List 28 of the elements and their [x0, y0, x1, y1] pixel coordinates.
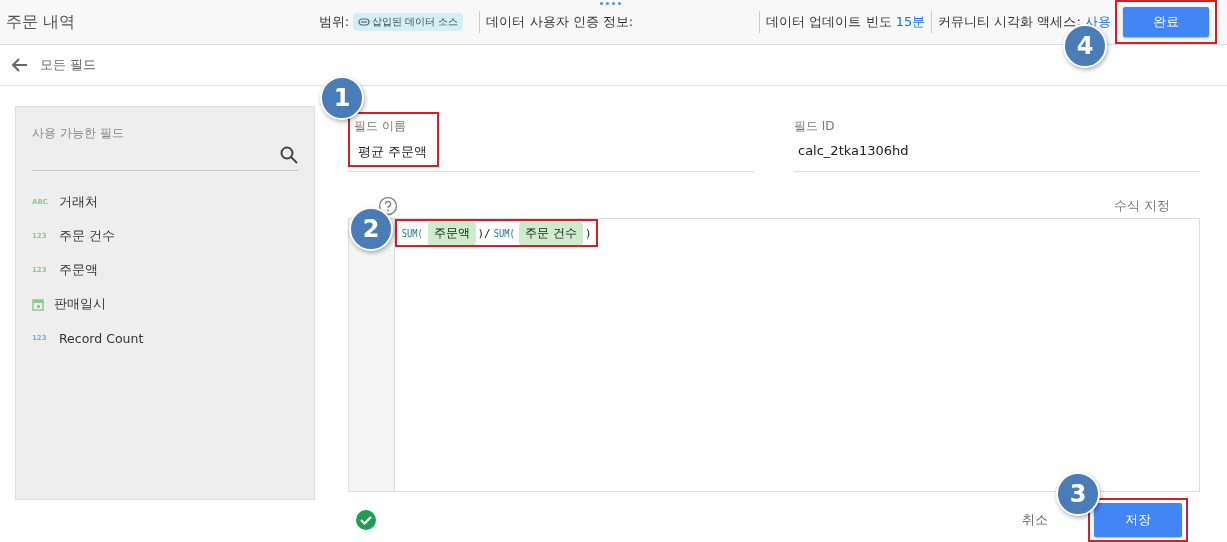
scope-chip[interactable]: 삽입된 데이터 소스	[353, 13, 464, 31]
callout-number: 3	[1056, 472, 1100, 516]
all-fields-link[interactable]: 모든 필드	[40, 56, 97, 74]
field-name[interactable]: 판매일시	[54, 295, 106, 313]
callout-number: 1	[320, 76, 364, 120]
panel-title: 사용 가능한 필드	[32, 125, 125, 142]
back-arrow-icon[interactable]	[10, 57, 28, 73]
field-name-input[interactable]: 평균 주문액	[354, 143, 428, 161]
search-icon[interactable]	[280, 146, 298, 164]
cancel-button[interactable]: 취소	[1022, 511, 1048, 529]
field-id-input[interactable]: calc_2tka1306hd	[794, 143, 1200, 166]
done-button[interactable]: 완료	[1123, 7, 1209, 37]
field-name[interactable]: Record Count	[59, 330, 144, 346]
report-title: 주문 내역	[6, 11, 76, 33]
callout-number: 2	[349, 207, 393, 251]
field-name[interactable]: 주문 건수	[59, 227, 115, 245]
freshness-link[interactable]: 15분	[895, 13, 926, 31]
field-id-label: 필드 ID	[794, 118, 836, 135]
freshness-label: 데이터 업데이트 빈도	[766, 13, 892, 31]
field-name[interactable]: 주문액	[59, 261, 98, 279]
link-icon	[358, 18, 371, 26]
field-name[interactable]: 거래처	[59, 193, 98, 211]
field-name-label: 필드 이름	[354, 118, 407, 135]
scope-label: 범위:	[318, 13, 350, 31]
credentials-label: 데이터 사용자 인증 정보:	[486, 13, 634, 31]
format-formula-link[interactable]: 수식 지정	[1113, 197, 1170, 215]
save-button[interactable]: 저장	[1094, 503, 1182, 537]
formula-text: SUM( 주문액 )/ SUM( 주문 건수 )	[397, 221, 596, 245]
